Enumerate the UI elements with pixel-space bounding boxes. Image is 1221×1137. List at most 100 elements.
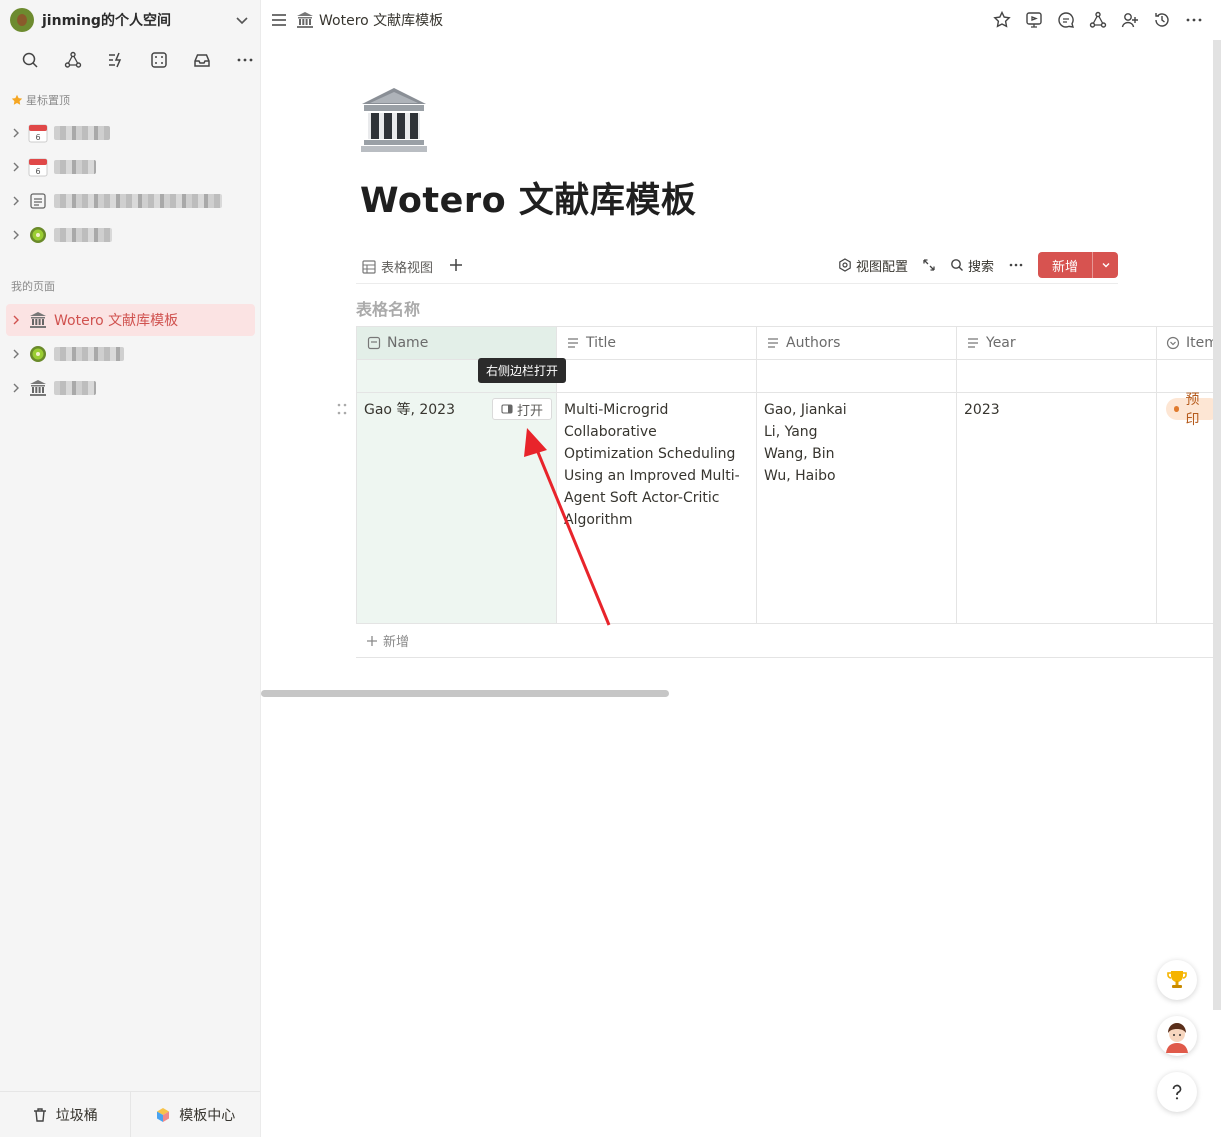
help-button[interactable] [1157, 1072, 1197, 1112]
avocado-icon [10, 8, 34, 32]
text-field-icon [568, 338, 578, 348]
breadcrumb[interactable]: Wotero 文献库模板 [296, 10, 443, 30]
cell-authors[interactable]: Gao, Jiankai Li, Yang Wang, Bin Wu, Haib… [756, 393, 956, 493]
view-actions: 视图配置 搜索 新增 [838, 252, 1118, 278]
expand-icon[interactable] [922, 258, 936, 272]
settings-icon [839, 258, 851, 272]
classical-building-icon [28, 310, 48, 330]
more-icon[interactable] [1008, 258, 1024, 272]
sidebar-item-starred-2[interactable]: 6 [6, 151, 255, 183]
column-header-name[interactable]: Name [356, 326, 556, 360]
add-user-icon[interactable] [1119, 9, 1141, 31]
sidebar-item-starred-3[interactable] [6, 185, 255, 217]
starred-label: 星标置顶 [26, 94, 70, 107]
column-header-title[interactable]: Title [556, 326, 756, 360]
author-name: Wang, Bin [764, 446, 835, 462]
view-config-button[interactable]: 视图配置 [838, 256, 908, 275]
trash-button[interactable]: 垃圾桶 [0, 1092, 130, 1137]
star-icon[interactable] [991, 9, 1013, 31]
present-icon[interactable] [1023, 9, 1045, 31]
document-icon [28, 191, 48, 211]
vertical-scrollbar[interactable] [1213, 40, 1221, 1010]
chevron-right-icon[interactable] [6, 349, 26, 359]
tooltip: 右侧边栏打开 [478, 358, 567, 383]
help-icon [1172, 1084, 1182, 1100]
svg-text:6: 6 [35, 133, 40, 142]
sidebar-panel-icon [501, 404, 513, 414]
sidebar-toolbar [8, 46, 266, 74]
sidebar-item-label: Wotero 文献库模板 [54, 313, 179, 329]
row-divider [356, 623, 1221, 624]
cube-icon [157, 1107, 170, 1122]
page-icon-classical-building[interactable] [360, 86, 428, 154]
comment-icon[interactable] [1055, 9, 1077, 31]
sidebar-item-page-2[interactable] [6, 338, 255, 370]
chevron-right-icon[interactable] [6, 128, 26, 138]
column-divider [1156, 326, 1157, 624]
calendar-icon: 6 [28, 157, 48, 177]
open-label: 打开 [516, 403, 543, 419]
chevron-right-icon[interactable] [6, 196, 26, 206]
search-button[interactable]: 搜索 [950, 256, 994, 275]
workspace-switcher[interactable]: jinming的个人空间 [10, 8, 250, 32]
cell-title[interactable]: Multi-Microgrid Collaborative Optimizati… [556, 393, 756, 537]
sidebar-item-starred-4[interactable] [6, 219, 255, 251]
new-record-label[interactable]: 新增 [1038, 252, 1092, 278]
column-header-authors[interactable]: Authors [756, 326, 956, 360]
column-header-year[interactable]: Year [956, 326, 1156, 360]
table-icon [362, 259, 376, 274]
classical-building-icon [28, 378, 48, 398]
column-header-label: Title [586, 335, 617, 351]
text-field-icon [968, 338, 978, 348]
table-bottom-border [356, 657, 1221, 658]
calendar-icon: 6 [28, 123, 48, 143]
sidebar-item-starred-1[interactable]: 6 [6, 117, 255, 149]
cell-name[interactable]: Gao 等, 2023 [356, 393, 496, 427]
chevron-down-icon[interactable] [234, 12, 250, 28]
search-icon[interactable] [8, 46, 51, 74]
chevron-right-icon[interactable] [6, 230, 26, 240]
new-record-button[interactable]: 新增 [1038, 252, 1118, 278]
column-header-label: Year [986, 335, 1016, 351]
horizontal-scrollbar[interactable] [261, 690, 669, 697]
chevron-down-icon[interactable] [1092, 252, 1118, 278]
column-divider [956, 326, 957, 624]
table-name[interactable]: 表格名称 [356, 296, 420, 320]
view-tab-label: 表格视图 [381, 261, 434, 276]
add-row-button[interactable]: 新增 [366, 631, 409, 650]
blurred-label [54, 194, 222, 208]
graph-icon[interactable] [1087, 9, 1109, 31]
sidebar-item-page-3[interactable] [6, 372, 255, 404]
more-icon[interactable] [1183, 9, 1205, 31]
search-label: 搜索 [967, 259, 994, 275]
graph-icon[interactable] [51, 46, 94, 74]
sidebar-item-wotero[interactable]: Wotero 文献库模板 [6, 304, 255, 336]
add-view-icon[interactable] [448, 257, 466, 275]
search-icon [951, 259, 963, 271]
template-center-button[interactable]: 模板中心 [129, 1092, 261, 1137]
trophy-button[interactable] [1157, 960, 1197, 1000]
plus-icon [367, 635, 377, 646]
history-icon[interactable] [1151, 9, 1173, 31]
column-header-item[interactable]: Item [1156, 326, 1221, 360]
cell-year[interactable]: 2023 [956, 393, 1156, 427]
chevron-right-icon[interactable] [6, 383, 26, 393]
inbox-icon[interactable] [180, 46, 223, 74]
tab-table-view[interactable]: 表格视图 [362, 257, 433, 276]
assistant-avatar-button[interactable] [1157, 1016, 1197, 1056]
svg-text:6: 6 [35, 167, 40, 176]
drag-handle-icon[interactable] [336, 402, 348, 416]
text-field-icon [768, 338, 778, 348]
chevron-right-icon[interactable] [6, 162, 26, 172]
menu-icon[interactable] [269, 10, 289, 30]
open-in-sidebar-button[interactable]: 打开 [492, 398, 552, 420]
gallery-icon[interactable] [137, 46, 180, 74]
blurred-label [54, 126, 110, 140]
more-icon[interactable] [223, 46, 266, 74]
chevron-right-icon[interactable] [6, 315, 26, 325]
select-field-icon [1166, 336, 1180, 350]
topbar: Wotero 文献库模板 [261, 0, 1221, 40]
classical-building-icon [297, 12, 313, 28]
page-title[interactable]: Wotero 文献库模板 [360, 172, 696, 223]
quick-icon[interactable] [94, 46, 137, 74]
